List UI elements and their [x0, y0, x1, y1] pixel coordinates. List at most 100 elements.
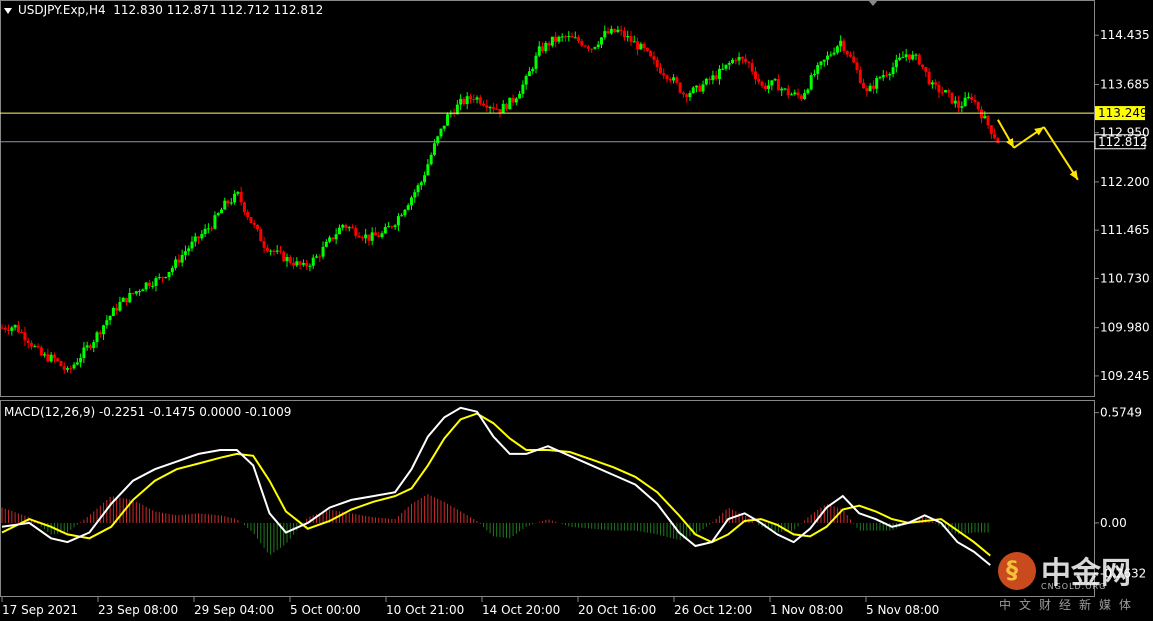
- candle: [226, 199, 230, 208]
- candle-body: [901, 57, 905, 59]
- candle-body: [321, 246, 325, 257]
- candle-body: [151, 285, 155, 287]
- candle: [943, 89, 947, 93]
- candle: [475, 95, 479, 104]
- candle-body: [983, 115, 987, 119]
- candle-body: [583, 45, 587, 47]
- candle: [747, 61, 751, 69]
- candle-body: [799, 95, 803, 100]
- time-tick-label: 14 Oct 20:00: [482, 603, 560, 617]
- candle-body: [387, 226, 391, 228]
- candle-body: [308, 265, 312, 267]
- candle-body: [85, 345, 89, 348]
- candle: [721, 63, 725, 70]
- candle: [465, 92, 469, 110]
- chart-canvas[interactable]: 113.249112.812 114.435 113.685 112.950 112.…: [0, 0, 1153, 621]
- candle: [698, 83, 702, 93]
- candle-body: [527, 71, 531, 77]
- candle-body: [419, 182, 423, 186]
- candle-body: [629, 36, 633, 42]
- candle: [393, 223, 397, 230]
- candle-body: [790, 94, 794, 96]
- candle-body: [655, 59, 659, 68]
- candle-body: [210, 228, 214, 230]
- candle-body: [816, 65, 820, 74]
- shift-marker-icon[interactable]: [868, 0, 878, 6]
- candle-body: [898, 57, 902, 60]
- candle: [233, 190, 237, 205]
- candle-body: [256, 224, 260, 230]
- candle: [770, 80, 774, 91]
- candle: [108, 315, 112, 325]
- candle: [380, 231, 384, 239]
- candle-body: [26, 340, 30, 343]
- candle-body: [986, 115, 990, 126]
- candle: [200, 230, 204, 241]
- candle-body: [229, 202, 233, 204]
- candle-body: [658, 67, 662, 74]
- candle: [701, 80, 705, 95]
- candle: [881, 69, 885, 81]
- candle-body: [668, 79, 672, 81]
- candle-body: [996, 138, 1000, 144]
- candle-body: [197, 236, 201, 239]
- candle-body: [249, 217, 253, 223]
- candle-body: [393, 225, 397, 227]
- candle: [508, 97, 512, 110]
- candle-body: [590, 48, 594, 50]
- candle-body: [144, 282, 148, 290]
- candle: [98, 330, 102, 338]
- candle-body: [563, 36, 567, 38]
- candle: [246, 209, 250, 221]
- candle-body: [763, 85, 767, 89]
- candle-body: [819, 61, 823, 66]
- candle-body: [622, 30, 626, 38]
- candle: [13, 324, 17, 331]
- candle: [688, 90, 692, 101]
- candle-body: [596, 44, 600, 48]
- candle: [570, 32, 574, 38]
- candle-body: [521, 84, 525, 94]
- candle-body: [989, 125, 993, 135]
- candle: [351, 224, 355, 229]
- candle-body: [940, 92, 944, 94]
- candle-body: [177, 259, 181, 263]
- candle: [826, 51, 830, 66]
- candle-body: [878, 77, 882, 79]
- candle-body: [796, 92, 800, 96]
- candle-body: [128, 292, 132, 303]
- candle-body: [678, 82, 682, 93]
- candle: [852, 51, 856, 64]
- candle-body: [976, 101, 980, 110]
- candle-body: [341, 224, 345, 228]
- candle-body: [147, 282, 151, 287]
- candle: [7, 324, 11, 335]
- candle: [603, 25, 607, 40]
- candle: [318, 254, 322, 263]
- candle-body: [924, 66, 928, 72]
- signal-line: [1, 412, 991, 557]
- candle: [213, 211, 217, 230]
- candle: [583, 44, 587, 48]
- candle: [567, 31, 571, 42]
- candle-body: [39, 347, 43, 356]
- candle-body: [206, 228, 210, 230]
- candle: [573, 31, 577, 39]
- candle-body: [334, 234, 338, 240]
- candle-body: [508, 97, 512, 110]
- candle-body: [747, 62, 751, 64]
- candle: [111, 306, 115, 317]
- candle-body: [917, 54, 921, 65]
- candle-body: [560, 36, 564, 38]
- candle-body: [95, 332, 99, 343]
- candle: [370, 227, 374, 246]
- candle: [488, 105, 492, 114]
- candle-body: [13, 324, 17, 328]
- candle-body: [649, 50, 653, 57]
- candle: [524, 74, 528, 90]
- candle: [645, 47, 649, 53]
- candle-body: [223, 200, 227, 210]
- dropdown-triangle-icon[interactable]: [4, 7, 12, 14]
- candle: [606, 27, 610, 35]
- candle: [590, 48, 594, 53]
